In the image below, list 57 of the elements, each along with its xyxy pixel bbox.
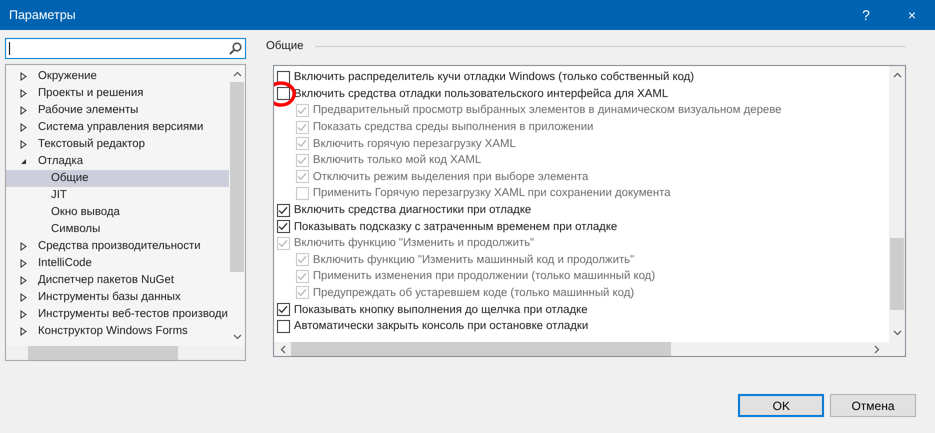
scroll-up-icon[interactable] [892,72,902,78]
scroll-right-icon[interactable] [874,344,880,354]
tree-item[interactable]: Конструктор Windows Forms [6,322,230,340]
checkbox[interactable] [276,320,290,333]
scroll-thumb[interactable] [230,82,244,272]
tree-item[interactable]: Общие [6,170,230,187]
option-label: Предварительный просмотр выбранных элементов в динамическом визуальном дереве [312,103,782,118]
tree-item[interactable]: Диспетчер пакетов NuGet [6,272,230,289]
scroll-thumb[interactable] [890,238,904,310]
scroll-left-icon[interactable] [280,344,286,354]
tree-item[interactable]: Отладка [6,152,230,170]
tree-item[interactable]: JIT [6,186,230,204]
tree-item[interactable]: Окружение [6,68,230,85]
checkbox[interactable] [276,204,290,216]
checkbox[interactable] [276,220,290,234]
cancel-button[interactable]: Отмена [830,394,916,418]
collapse-icon[interactable] [20,156,27,166]
option-label: Включить средства диагностики при отладке [294,203,532,218]
tree-item[interactable]: IntelliCode [6,254,230,272]
option-label: Показывать подсказку с затраченным временем при отладке [294,220,618,235]
horizontal-scrollbar[interactable] [274,342,905,356]
option-label: Включить функцию "Изменить машинный код и продолжить" [312,252,634,268]
option-label: Показывать кнопку выполнения до щелчка при отладке [294,302,588,318]
option-label: Включить только мой код XAML [312,153,482,168]
option-label: Применить изменения при продолжении (только машинный код) [312,269,656,284]
close-button[interactable]: × [889,0,935,30]
horizontal-scrollbar[interactable] [6,346,245,360]
option-label: Автоматически закрыть консоль при остановке отладки [294,319,588,334]
tree-item[interactable]: Проекты и решения [6,84,230,102]
scroll-down-icon[interactable] [892,330,902,336]
tree-item[interactable]: Рабочие элементы [6,102,230,119]
scroll-up-icon[interactable] [232,70,242,77]
group-label: Общие [266,39,304,54]
vertical-scrollbar[interactable] [889,66,905,342]
ok-button[interactable]: OK [738,394,824,418]
tree-item[interactable]: Средства производительности [6,238,230,255]
option-label: Включить горячую перезагрузку XAML [312,136,516,152]
checkbox[interactable] [276,303,290,316]
checkbox[interactable] [276,87,290,100]
option-label: Отключить режим выделения при выборе элемента [312,170,588,185]
option-label: Включить функцию "Изменить и продолжить" [294,236,534,252]
help-button[interactable]: ? [843,0,889,30]
tree-item[interactable]: Текстовый редактор [6,136,230,153]
search-icon [229,42,242,55]
option-label: Включить распределитель кучи отладки Windows (только собственный код) [294,70,694,86]
tree-item[interactable]: Система управления версиями [6,118,230,136]
scroll-down-icon[interactable] [232,334,242,340]
tree-item[interactable]: Окно вывода [6,204,230,221]
option-label: Показать средства среды выполнения в приложении [312,120,594,136]
scroll-thumb[interactable] [291,342,672,356]
tree-item[interactable]: Инструменты базы данных [6,288,230,306]
window-title: Параметры [9,6,76,24]
option-label: Предупреждать об устаревшем коде (только машинный код) [312,286,634,301]
tree-item[interactable]: Символы [6,220,230,238]
search-field[interactable] [5,38,246,59]
tree-item[interactable]: Инструменты веб-тестов производи [6,306,230,323]
option-label: Применить Горячую перезагрузку XAML при сохранении документа [312,186,671,202]
